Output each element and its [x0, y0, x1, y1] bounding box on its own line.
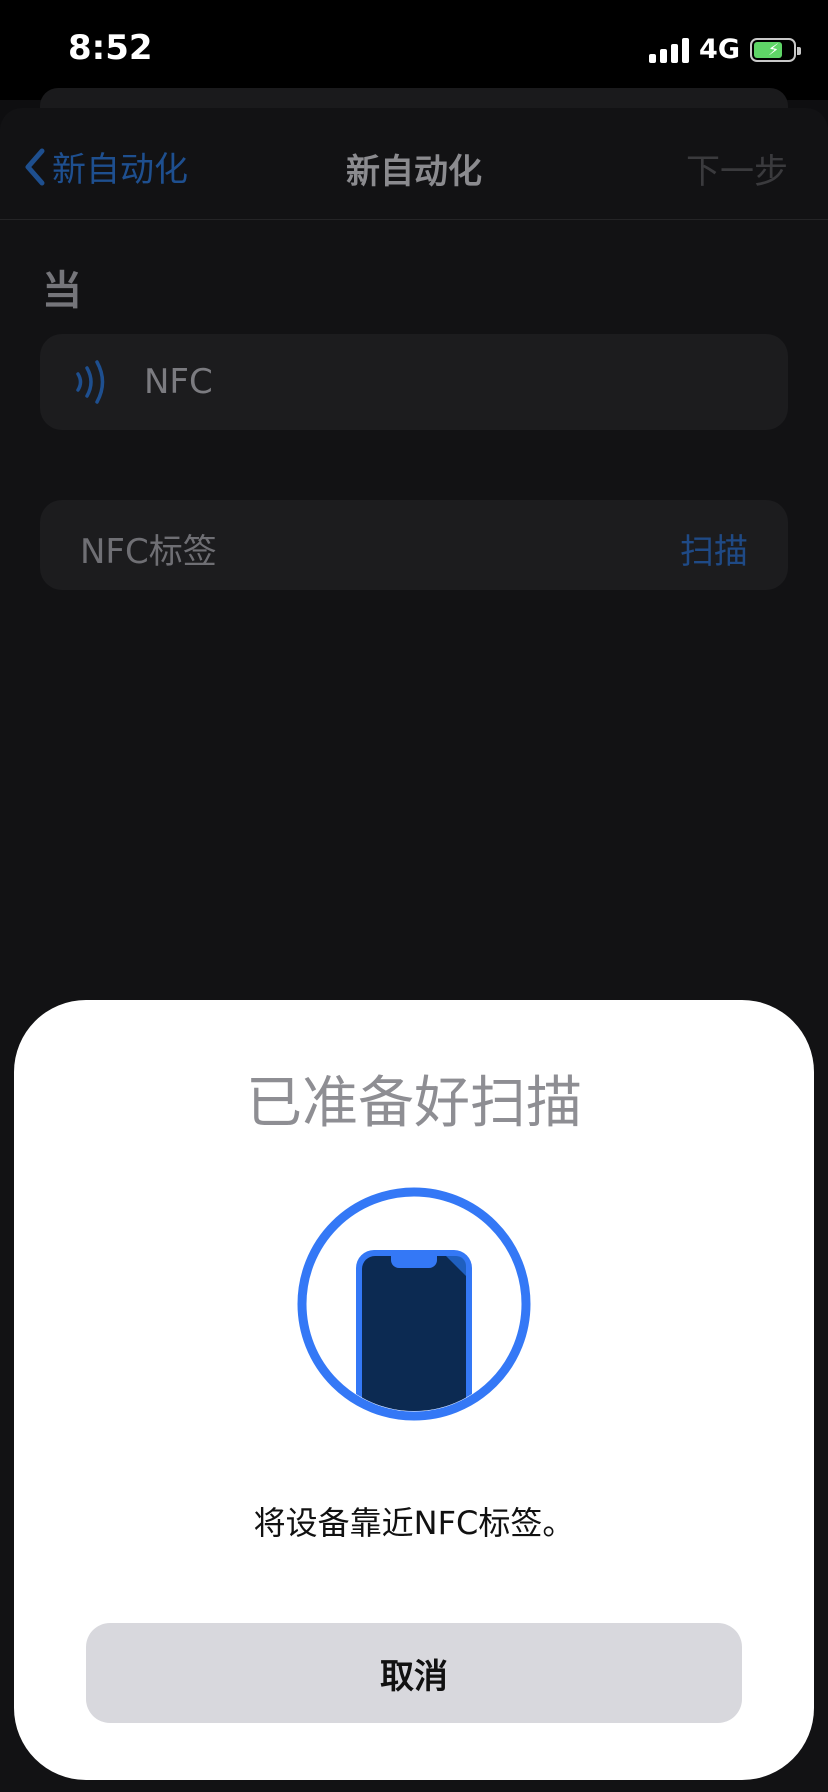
battery-charging-icon: ⚡	[750, 37, 801, 62]
nfc-tag-row: NFC标签 扫描	[40, 500, 788, 590]
next-button[interactable]: 下一步	[686, 144, 788, 193]
scan-instruction: 将设备靠近NFC标签。	[253, 1504, 575, 1542]
phone-nfc-icon	[297, 1187, 531, 1421]
signal-icon	[649, 37, 690, 63]
scan-button[interactable]: 扫描	[680, 524, 748, 573]
nfc-tag-label: NFC标签	[80, 532, 217, 572]
network-label: 4G	[699, 34, 740, 65]
status-time: 8:52	[68, 28, 153, 68]
nfc-icon	[76, 360, 105, 404]
status-icons: 4G ⚡	[649, 34, 801, 65]
trigger-row-nfc[interactable]: NFC	[40, 334, 788, 430]
screen: 8:52 4G ⚡ 新自动化 新自动化 下一步 当 NFC NFC标签 扫描 已…	[0, 0, 828, 1792]
section-label: 当	[42, 268, 82, 314]
scan-sheet-title: 已准备好扫描	[246, 1071, 582, 1136]
scan-sheet: 已准备好扫描 将设备靠近NFC标签。 取消	[14, 1000, 814, 1780]
trigger-label: NFC	[144, 362, 213, 402]
status-bar: 8:52 4G ⚡	[0, 0, 828, 100]
navigation-bar: 新自动化 新自动化 下一步	[0, 108, 828, 220]
cancel-button[interactable]: 取消	[86, 1623, 742, 1723]
